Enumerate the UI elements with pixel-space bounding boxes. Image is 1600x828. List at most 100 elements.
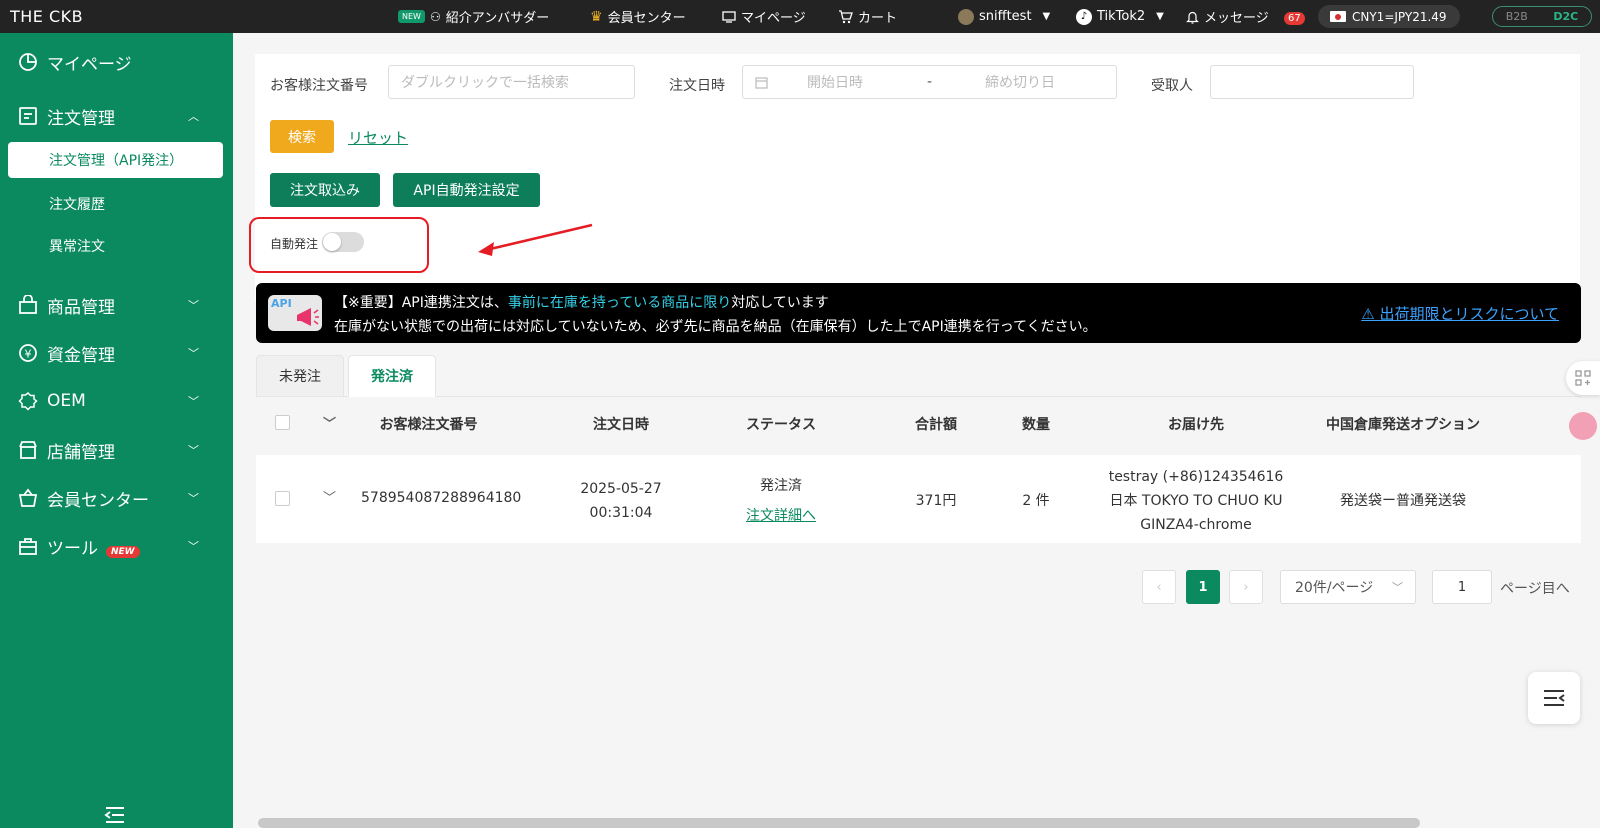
notice-prefix: 【※重要】API連携注文は、 [334, 295, 508, 311]
messages-link[interactable]: メッセージ 67 [1186, 0, 1305, 33]
date-label: 注文日時 [669, 78, 725, 94]
bag-icon [18, 295, 38, 315]
notice-suffix: 対応しています [731, 295, 829, 311]
crown-icon: ♛ [590, 8, 603, 25]
cell-status: 発注済 注文詳細へ [716, 471, 846, 531]
auto-order-label: 自動発注 [270, 237, 319, 251]
top-bar: THE CKB NEW ⚇ 紹介アンバサダー ♛ 会員センター マイページ カー… [0, 0, 1600, 33]
menu-toggle-icon[interactable] [1528, 672, 1580, 724]
tab-unordered[interactable]: 未発注 [256, 355, 344, 397]
cart-link[interactable]: カート [838, 0, 897, 33]
expand-row-chevron-icon[interactable]: ﹀ [323, 487, 336, 506]
goto-page-input[interactable]: 1 [1432, 570, 1492, 604]
sidebar-label: ツール NEW [47, 534, 140, 559]
import-order-button[interactable]: 注文取込み [270, 173, 380, 207]
risk-link[interactable]: ⚠ 出荷期限とリスクについて [1361, 303, 1559, 324]
notice-line-2: 在庫がない状態での出荷には対応していないため、必ず先に商品を納品（在庫保有）した… [334, 319, 1097, 335]
order-detail-link[interactable]: 注文詳細へ [716, 501, 846, 531]
header-status: ステータス [746, 417, 816, 433]
recipient-label: 受取人 [1151, 78, 1193, 94]
api-megaphone-icon: API [268, 295, 322, 331]
shop-selector[interactable]: ♪ TikTok2 ▼ [1076, 0, 1164, 33]
page-button-current[interactable]: 1 [1186, 570, 1220, 604]
member-center-link[interactable]: ♛ 会員センター [590, 0, 686, 33]
date-range-input[interactable]: 開始日時 - 締め切り日 [742, 65, 1117, 99]
goto-page-label: ページ目へ [1500, 581, 1570, 597]
user-menu[interactable]: snifftest ▼ [958, 0, 1050, 33]
basket-icon [18, 488, 38, 508]
select-all-checkbox[interactable] [275, 415, 290, 430]
sidebar-subitem-history[interactable]: 注文履歴 [49, 194, 105, 214]
sidebar-item-fund-mgmt[interactable]: ¥ 資金管理 ﹀ [0, 333, 233, 373]
logo[interactable]: THE CKB [10, 7, 83, 26]
table-row: ﹀ 578954087288964180 2025-05-27 00:31:04… [256, 455, 1581, 543]
sidebar-item-store-mgmt[interactable]: 店舗管理 ﹀ [0, 430, 233, 470]
page-size-select[interactable]: 20件/ページ ﹀ [1280, 570, 1416, 604]
bell-icon [1186, 11, 1199, 24]
chevron-down-icon: ﹀ [188, 444, 199, 457]
tab-ordered[interactable]: 発注済 [348, 355, 436, 397]
sidebar-item-tools[interactable]: ツール NEW ﹀ [0, 526, 233, 566]
mode-d2c[interactable]: D2C [1553, 10, 1578, 23]
row-checkbox[interactable] [275, 491, 290, 506]
header-china-option: 中国倉庫発送オプション [1326, 417, 1480, 433]
auto-order-toggle[interactable] [322, 232, 364, 252]
warning-icon: ⚠ [1361, 305, 1380, 323]
badge-icon [18, 391, 38, 411]
sidebar-label: マイページ [47, 54, 132, 75]
sidebar-subitem-api-order[interactable]: 注文管理（API発注） [8, 142, 223, 178]
sidebar-subitem-abnormal[interactable]: 異常注文 [49, 236, 105, 256]
end-date-placeholder: 締め切り日 [985, 75, 1055, 91]
date-separator: - [927, 74, 933, 90]
sidebar: マイページ 注文管理 ︿ 注文管理（API発注） 注文履歴 異常注文 商品管理 … [0, 33, 233, 828]
mypage-link[interactable]: マイページ [722, 0, 806, 33]
collapse-menu-icon[interactable] [104, 805, 126, 825]
next-page-button[interactable]: › [1229, 570, 1263, 604]
header-address: お届け先 [1168, 417, 1224, 433]
chevron-up-icon: ︿ [188, 110, 199, 123]
ambassador-label: 紹介アンバサダー [445, 11, 550, 26]
recipient-input[interactable] [1210, 65, 1414, 99]
mode-b2b[interactable]: B2B [1506, 10, 1528, 23]
cell-date-day: 2025-05-27 [580, 481, 662, 497]
sidebar-label: OEM [47, 391, 86, 411]
header-date: 注文日時 [593, 417, 649, 433]
sidebar-item-order-mgmt[interactable]: 注文管理 ︿ [0, 96, 233, 136]
mode-switch[interactable]: B2B D2C [1492, 6, 1592, 27]
shop-name: TikTok2 [1097, 9, 1146, 24]
chevron-down-icon: ﹀ [188, 540, 199, 553]
translate-icon[interactable] [1566, 409, 1600, 443]
cell-total: 371円 [915, 493, 957, 509]
chevron-down-icon: ﹀ [188, 395, 199, 408]
cell-china-option: 発送袋ー普通発送袋 [1340, 493, 1466, 509]
status-text: 発注済 [760, 478, 802, 494]
order-no-input[interactable]: ダブルクリックで一括検索 [388, 65, 635, 99]
pie-chart-icon [18, 52, 38, 72]
apps-grid-icon[interactable] [1566, 361, 1600, 395]
sidebar-item-oem[interactable]: OEM ﹀ [0, 381, 233, 421]
reset-link[interactable]: リセット [348, 127, 408, 148]
search-button[interactable]: 検索 [270, 120, 334, 153]
sidebar-item-member-center[interactable]: 会員センター ﹀ [0, 478, 233, 518]
sidebar-label: 資金管理 [47, 345, 115, 366]
chevron-down-icon[interactable]: ﹀ [323, 413, 336, 432]
sidebar-item-mypage[interactable]: マイページ [0, 42, 233, 82]
sidebar-label: 商品管理 [47, 297, 115, 318]
ambassador-link[interactable]: NEW ⚇ 紹介アンバサダー [398, 0, 549, 33]
person-icon: ⚇ [429, 9, 441, 24]
horizontal-scrollbar[interactable] [258, 818, 1420, 828]
new-badge: NEW [106, 545, 140, 558]
chevron-down-icon: ﹀ [188, 347, 199, 360]
cart-label: カート [858, 11, 898, 26]
prev-page-button[interactable]: ‹ [1142, 570, 1176, 604]
table-header: ﹀ お客様注文番号 注文日時 ステータス 合計額 数量 お届け先 中国倉庫発送オ… [256, 397, 1581, 449]
new-tag: NEW [398, 10, 425, 23]
rate-text: CNY1=JPY21.49 [1352, 9, 1447, 24]
api-auto-order-setting-button[interactable]: API自動発注設定 [393, 173, 540, 207]
header-total: 合計額 [915, 417, 957, 433]
chevron-down-icon: ﹀ [188, 299, 199, 312]
monitor-icon [722, 10, 736, 23]
sidebar-item-product-mgmt[interactable]: 商品管理 ﹀ [0, 285, 233, 325]
caret-down-icon: ▼ [1042, 11, 1051, 22]
order-tabs: 未発注 発注済 [256, 355, 1581, 397]
